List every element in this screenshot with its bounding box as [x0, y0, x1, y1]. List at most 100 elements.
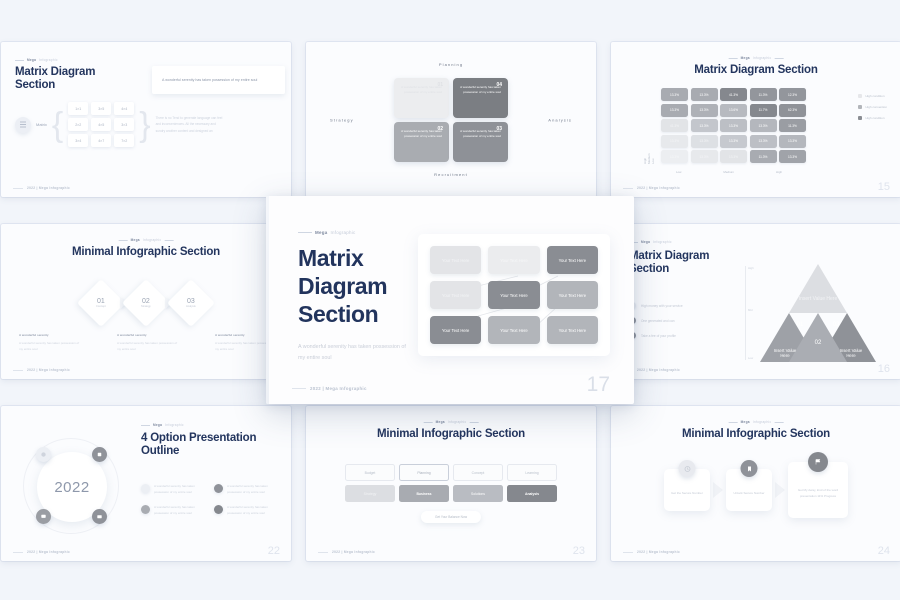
- svg-text:03: 03: [833, 322, 840, 328]
- flag-icon: [808, 452, 828, 472]
- overlay-title-line-3: Section: [298, 301, 379, 328]
- matrix-cell[interactable]: 2×2: [68, 118, 89, 131]
- slide-thumbnail-quadrant[interactable]: Planning Strategy Analysis Recruitment 0…: [306, 42, 596, 197]
- quadrant-cell[interactable]: 02 A wonderful serenity has taken posses…: [394, 121, 449, 162]
- eyebrow-suffix: Infographic: [39, 58, 58, 62]
- option-node-2[interactable]: [92, 447, 107, 462]
- matrix-cell[interactable]: Your Text Here: [488, 246, 540, 274]
- slide-thumbnail-22[interactable]: 2022 Mega Infographic 4 Option Presentat…: [1, 406, 291, 561]
- cta-pill-button[interactable]: Get Your Balance Now: [420, 511, 482, 523]
- heatmap-cell[interactable]: 13.3%: [779, 150, 806, 163]
- matrix-cell[interactable]: 3×4: [68, 134, 89, 147]
- option-item[interactable]: A wonderful serenity has taken possessio…: [214, 484, 279, 496]
- slide-footer: 2022 | Mega Infographic: [13, 186, 70, 190]
- slide-thumbnail-15[interactable]: Mega Infographic Matrix Diagram Section …: [611, 42, 900, 197]
- heatmap-cell[interactable]: 11.3%: [749, 150, 777, 163]
- bookmark-icon: [740, 460, 758, 477]
- option-item[interactable]: A wonderful serenity has taken possessio…: [141, 504, 206, 517]
- legend-item: High condition: [858, 116, 887, 120]
- option-node-3[interactable]: [36, 509, 51, 524]
- heatmap-cell[interactable]: 13.3%: [661, 103, 688, 117]
- heatmap-cell[interactable]: 13.3%: [690, 88, 718, 101]
- svg-text:01: 01: [797, 322, 804, 328]
- heatmap-cell[interactable]: 13.3%: [661, 134, 688, 148]
- option-node-4[interactable]: [92, 509, 107, 524]
- slide-thumbnail-14[interactable]: Mega Infographic Matrix Diagram Section …: [1, 42, 291, 197]
- step-notes: A wonderful serenity A wonderful serenit…: [19, 332, 277, 352]
- matrix-cell[interactable]: Your Text Here: [546, 316, 598, 344]
- tag-button[interactable]: Business: [399, 485, 449, 502]
- enlarged-slide-preview[interactable]: Mega Infographic Matrix Diagram Section …: [266, 196, 634, 404]
- option-item[interactable]: A wonderful serenity has taken possessio…: [214, 504, 279, 517]
- flow-card[interactable]: Get My Away, kind of the word presentati…: [788, 452, 848, 518]
- slide-thumbnail-16[interactable]: Mega Infographic Matrix Diagram Section …: [611, 224, 900, 379]
- heatmap-cell[interactable]: 62.3%: [779, 103, 806, 117]
- tag-button[interactable]: Solutions: [453, 485, 503, 502]
- matrix-cell[interactable]: 3×3: [114, 118, 135, 131]
- col-label: High: [775, 170, 783, 174]
- option-node-1[interactable]: [36, 447, 51, 462]
- heatmap-cell[interactable]: 41.3%: [661, 119, 688, 132]
- bullet-item[interactable]: High money with your service: [629, 302, 683, 309]
- heatmap-cell[interactable]: 13.3%: [690, 134, 718, 148]
- step-diamond[interactable]: 01 Concept: [76, 278, 126, 328]
- tag-button[interactable]: Planning: [399, 464, 449, 481]
- matrix-cell[interactable]: Your Text Here: [546, 246, 598, 274]
- step-diamond[interactable]: 03 Analysis: [166, 278, 216, 328]
- eyebrow-suffix: Infographic: [165, 423, 184, 427]
- heatmap-cell[interactable]: 12.3%: [779, 88, 806, 101]
- heatmap-cell[interactable]: 13.3%: [749, 119, 777, 132]
- bullet-item[interactable]: One generated and can: [629, 317, 683, 324]
- slide-thumbnail-diamonds[interactable]: Mega Infographic Minimal Infographic Sec…: [1, 224, 291, 379]
- matrix-cell[interactable]: 3×5: [91, 102, 112, 115]
- heatmap-cell[interactable]: 13.3%: [661, 88, 688, 101]
- matrix-cell[interactable]: Your Text Here: [430, 281, 482, 309]
- bullet-item[interactable]: Take a fee of your profile: [629, 332, 683, 339]
- briefcase-icon: [97, 515, 102, 519]
- heatmap-cell[interactable]: 13.3%: [661, 150, 688, 163]
- matrix-cell[interactable]: Your Text Here: [488, 281, 540, 309]
- heatmap-cell[interactable]: 13.3%: [720, 150, 747, 163]
- slide-footer: 2022 | Mega Infographic: [623, 550, 680, 554]
- tag-button[interactable]: Learning: [507, 464, 557, 481]
- flow-card[interactable]: Get the Secure Number: [664, 460, 710, 511]
- matrix-cell[interactable]: Your Text Here: [430, 246, 482, 274]
- heatmap-cell[interactable]: 13.3%: [690, 103, 718, 117]
- heatmap-cell[interactable]: 13.3%: [690, 150, 718, 163]
- eyebrow-suffix: Infographic: [142, 238, 162, 242]
- slide-thumbnail-24[interactable]: Mega Infographic Minimal Infographic Sec…: [611, 406, 900, 561]
- heatmap-cell[interactable]: 13.3%: [690, 119, 718, 132]
- matrix-cell[interactable]: Your Text Here: [430, 316, 482, 344]
- heatmap-cell[interactable]: 13.3%: [779, 134, 806, 148]
- heatmap-cell[interactable]: 13.6%: [720, 103, 747, 117]
- eyebrow-brand: Mega: [27, 58, 37, 62]
- matrix-cell[interactable]: 4×5: [91, 118, 112, 131]
- quadrant-cell[interactable]: 01 A wonderful serenity has taken posses…: [394, 77, 449, 118]
- step-diamond[interactable]: 02 Strategy: [121, 278, 171, 328]
- legend-label: High condition: [865, 94, 885, 98]
- flow-card[interactable]: Unlock Secure Number: [726, 460, 772, 511]
- heatmap-cell[interactable]: 13.3%: [720, 134, 747, 148]
- option-text: A wonderful serenity has taken possessio…: [227, 484, 268, 494]
- matrix-cell[interactable]: 4×4: [114, 102, 135, 115]
- heatmap-cell[interactable]: 11.3%: [749, 88, 777, 101]
- matrix-cell[interactable]: 4×7: [91, 134, 112, 147]
- quadrant-cell[interactable]: 04 A wonderful serenity has taken posses…: [453, 77, 508, 118]
- tag-button[interactable]: Concept: [453, 464, 503, 481]
- option-item[interactable]: A wonderful serenity has taken possessio…: [141, 484, 206, 496]
- menu-icon[interactable]: [15, 116, 31, 133]
- tag-button[interactable]: Analysis: [507, 485, 557, 502]
- heatmap-cell[interactable]: 13.3%: [749, 134, 777, 148]
- heatmap-cell[interactable]: 11.3%: [779, 119, 806, 132]
- matrix-cell[interactable]: 1×1: [68, 102, 89, 115]
- matrix-cell[interactable]: Your Text Here: [546, 281, 598, 309]
- quadrant-cell[interactable]: 03 A wonderful serenity has taken posses…: [453, 121, 508, 162]
- matrix-cell[interactable]: 7×2: [114, 134, 135, 147]
- heatmap-cell[interactable]: 41.3%: [720, 88, 747, 101]
- slide-thumbnail-23[interactable]: Mega Infographic Minimal Infographic Sec…: [306, 406, 596, 561]
- heatmap-cell[interactable]: 13.3%: [720, 119, 747, 132]
- heatmap-cell[interactable]: 11.7%: [749, 103, 777, 117]
- tag-button[interactable]: Budget: [345, 464, 395, 481]
- matrix-cell[interactable]: Your Text Here: [488, 316, 540, 344]
- tag-button[interactable]: Strategy: [345, 485, 395, 502]
